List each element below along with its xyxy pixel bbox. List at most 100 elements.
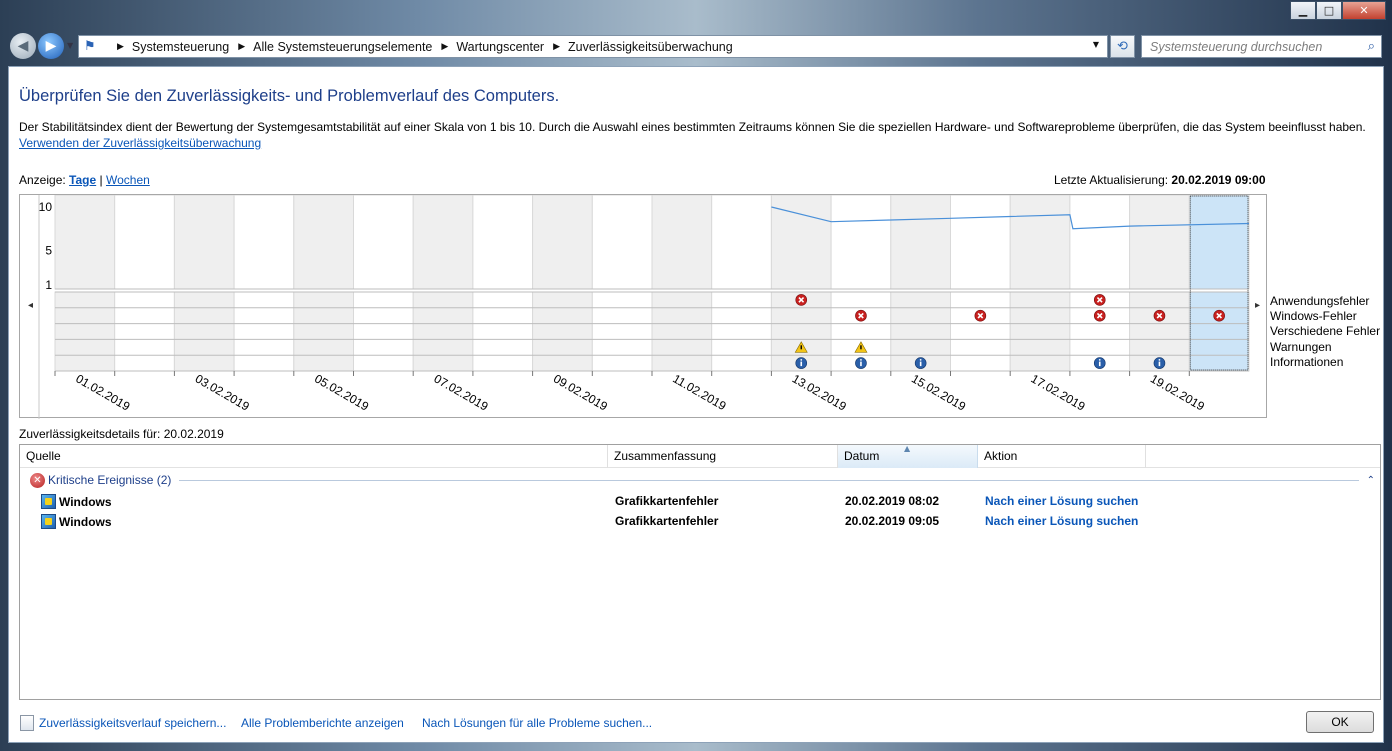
chart-day-column[interactable] [293, 195, 354, 290]
breadcrumb-separator-icon[interactable]: ▶ [117, 42, 124, 52]
event-day-column[interactable] [233, 291, 295, 372]
breadcrumb-separator-icon[interactable]: ▶ [553, 42, 560, 52]
all-problem-reports-link[interactable]: Alle Problemberichte anzeigen [241, 716, 404, 730]
event-day-column[interactable] [532, 291, 593, 372]
search-solution-link[interactable]: Nach einer Lösung suchen [985, 514, 1138, 528]
save-document-icon [20, 715, 34, 731]
chart-day-column[interactable] [890, 195, 951, 290]
chart-day-column[interactable] [1129, 195, 1190, 290]
row-summary: Grafikkartenfehler [615, 514, 719, 528]
view-selector: Anzeige: Tage | Wochen [19, 173, 150, 187]
scroll-left-icon[interactable]: ◂ [28, 300, 33, 311]
breadcrumb-item[interactable]: Systemsteuerung [132, 40, 229, 54]
event-day-column[interactable] [412, 291, 474, 372]
row-source-label: Windows [59, 514, 112, 529]
search-icon[interactable]: ⌕ [1368, 39, 1375, 54]
column-header-summary[interactable]: Zusammenfassung [608, 445, 838, 468]
table-row[interactable]: Windows Grafikkartenfehler 20.02.2019 09:0… [20, 511, 1380, 531]
breadcrumb-item[interactable]: Zuverlässigkeitsüberwachung [568, 40, 733, 54]
column-header-action[interactable]: Aktion [978, 445, 1146, 468]
check-solutions-link[interactable]: Nach Lösungen für alle Probleme suchen..… [422, 716, 652, 730]
event-day-column[interactable] [173, 291, 235, 372]
legend-item: Windows-Fehler [1270, 309, 1357, 324]
chart-day-column[interactable] [353, 195, 414, 290]
address-bar[interactable]: ⚑ ▶ Systemsteuerung ▶ Alle Systemsteuerungs… [78, 35, 1108, 58]
address-dropdown-icon[interactable]: ▼ [1093, 40, 1099, 49]
chart-day-column[interactable] [1009, 195, 1071, 290]
search-solution-link[interactable]: Nach einer Lösung suchen [985, 494, 1138, 508]
chart-day-column[interactable] [591, 195, 653, 290]
warning-exclamation-mark [860, 345, 862, 350]
view-weeks-link[interactable]: Wochen [106, 173, 150, 187]
event-day-column[interactable] [651, 291, 713, 372]
refresh-icon: ⟲ [1117, 39, 1128, 54]
event-day-column[interactable] [293, 291, 354, 372]
legend-item: Informationen [1270, 354, 1344, 369]
breadcrumb-item[interactable]: Alle Systemsteuerungselemente [253, 40, 432, 54]
chart-day-column[interactable] [114, 195, 175, 290]
chart-day-column[interactable] [173, 195, 235, 290]
breadcrumb-item[interactable]: Wartungscenter [456, 40, 544, 54]
info-i-dot [919, 359, 922, 361]
sort-ascending-icon: ▲ [904, 444, 911, 453]
usage-help-link[interactable]: Verwenden der Zuverlässigkeitsüberwachun… [19, 136, 261, 150]
reliability-chart-svg[interactable]: 10 5 1 ◂ ▸ 01.02.2019 03.02.2019 05.02.2019 07.0… [20, 195, 1268, 419]
chart-day-column[interactable] [1188, 195, 1250, 290]
back-button[interactable]: ◀ [10, 33, 36, 59]
ok-button[interactable]: OK [1306, 711, 1374, 733]
event-day-column[interactable] [711, 291, 772, 372]
search-input[interactable]: Systemsteuerung durchsuchen ⌕ [1141, 35, 1382, 58]
event-day-column[interactable] [353, 291, 414, 372]
event-day-column[interactable] [472, 291, 534, 372]
chart-day-column[interactable] [950, 195, 1011, 290]
chart-day-column[interactable] [830, 195, 892, 290]
critical-error-icon: ✕ [30, 472, 45, 488]
view-days-link[interactable]: Tage [69, 173, 96, 187]
column-header-date[interactable]: ▲ Datum [838, 444, 978, 468]
chart-day-column[interactable] [1069, 195, 1131, 290]
view-separator: | [99, 173, 103, 187]
event-day-column[interactable] [950, 291, 1011, 372]
chart-day-column[interactable] [711, 195, 772, 290]
chart-day-column[interactable] [54, 195, 116, 290]
critical-events-group[interactable]: ✕ Kritische Ereignisse (2) ⌃ [30, 471, 1375, 489]
chart-day-column[interactable] [472, 195, 534, 290]
legend-item: Anwendungsfehler [1270, 294, 1370, 308]
row-source: Windows [41, 514, 112, 529]
breadcrumb-separator-icon[interactable]: ▶ [238, 42, 245, 52]
event-day-column[interactable] [114, 291, 175, 372]
info-i-mark [919, 361, 922, 367]
event-day-column[interactable] [1009, 291, 1071, 372]
table-row[interactable]: Windows Grafikkartenfehler 20.02.2019 08:0… [20, 491, 1380, 511]
chart-day-column[interactable] [532, 195, 593, 290]
x-tick-label: 15.02.2019 [909, 371, 968, 413]
windows-app-icon [41, 494, 56, 509]
chart-day-column[interactable] [651, 195, 713, 290]
reliability-chart[interactable]: 10 5 1 ◂ ▸ 01.02.2019 03.02.2019 05.02.2019 07.0… [19, 194, 1268, 419]
row-summary: Grafikkartenfehler [615, 494, 719, 508]
group-divider [179, 479, 1359, 481]
minimize-button[interactable]: ▁ [1290, 1, 1316, 20]
scroll-right-icon[interactable]: ▸ [1255, 300, 1260, 311]
breadcrumb-separator-icon[interactable]: ▶ [441, 42, 448, 52]
content-pane: Überprüfen Sie den Zuverlässigkeits- und… [8, 66, 1384, 743]
view-label: Anzeige: [19, 173, 66, 187]
navigation-bar: ◀ ▶ ▼ ⚑ ▶ Systemsteuerung ▶ Alle Systemsteu… [0, 28, 1392, 64]
footer-bar: Zuverlässigkeitsverlauf speichern... All… [9, 703, 1385, 743]
page-title: Überprüfen Sie den Zuverlässigkeits- und… [19, 87, 560, 105]
chart-day-column[interactable] [233, 195, 295, 290]
maximize-button[interactable]: □ [1316, 1, 1342, 20]
refresh-button[interactable]: ⟲ [1110, 35, 1135, 58]
window-controls: ▁ □ ✕ [1290, 1, 1386, 20]
table-header: Quelle Zusammenfassung ▲ Datum Aktion [20, 444, 1380, 468]
event-day-column[interactable] [1188, 291, 1250, 372]
chart-day-column[interactable] [412, 195, 474, 290]
close-button[interactable]: ✕ [1342, 1, 1386, 20]
column-header-source[interactable]: Quelle [20, 445, 608, 468]
event-day-column[interactable] [591, 291, 653, 372]
event-day-column[interactable] [54, 291, 116, 372]
forward-button[interactable]: ▶ [38, 33, 64, 59]
recent-pages-dropdown-icon[interactable]: ▼ [67, 41, 73, 50]
collapse-group-icon[interactable]: ⌃ [1367, 475, 1375, 486]
save-history-link[interactable]: Zuverlässigkeitsverlauf speichern... [39, 716, 226, 730]
